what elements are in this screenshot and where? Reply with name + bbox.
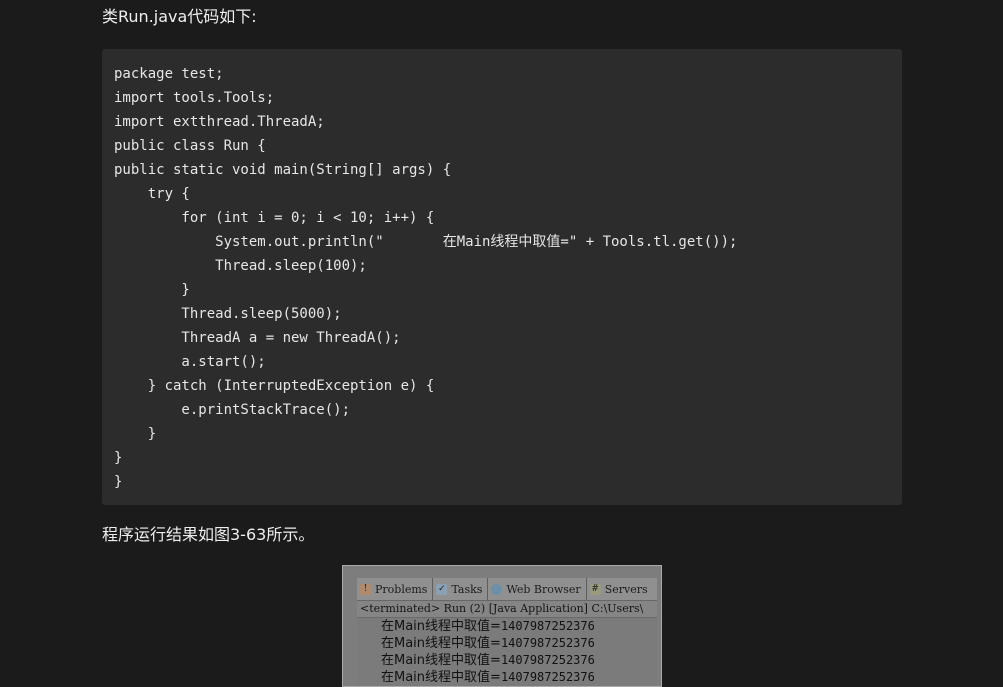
code-line: ThreadA a = new ThreadA(); [114, 330, 401, 346]
console-status-line: <terminated> Run (2) [Java Application] … [357, 601, 657, 618]
tab-problems: ! Problems [357, 578, 434, 600]
problems-icon: ! [360, 583, 371, 595]
code-line: public static void main(String[] args) { [114, 162, 452, 178]
console-output-line: 在Main线程中取值=1407987252376 [357, 635, 657, 652]
output-value: 1407987252376 [500, 653, 595, 667]
console-output-line: 在Main线程中取值=1407987252376 [357, 652, 657, 669]
code-line: e.printStackTrace(); [114, 402, 351, 418]
tab-tasks: ✓ Tasks [433, 578, 489, 600]
code-line: } [114, 474, 123, 490]
tab-label: Web Browser [506, 582, 581, 596]
tab-label: Servers [604, 582, 648, 596]
tab-label: Tasks [451, 582, 483, 596]
output-value: 1407987252376 [500, 636, 595, 650]
code-line: try { [114, 186, 190, 202]
code-line: package test; [114, 66, 224, 82]
output-value: 1407987252376 [500, 670, 595, 684]
code-line: } [114, 426, 157, 442]
output-prefix: 在Main线程中取值= [381, 670, 501, 685]
console-output-line: 在Main线程中取值=1407987252376 [357, 618, 657, 635]
code-line: a.start(); [114, 354, 266, 370]
code-line: } [114, 282, 190, 298]
output-prefix: 在Main线程中取值= [381, 653, 501, 668]
output-prefix: 在Main线程中取值= [381, 636, 501, 651]
tasks-icon: ✓ [436, 583, 448, 595]
code-line: public class Run { [114, 138, 266, 154]
code-line: import extthread.ThreadA; [114, 114, 325, 130]
servers-icon: # [589, 583, 601, 595]
code-line: } [114, 450, 123, 466]
code-line: Thread.sleep(100); [114, 258, 367, 274]
intro-paragraph: 类Run.java代码如下: [102, 7, 257, 26]
tab-web-browser: Web Browser [488, 578, 587, 600]
console-screenshot-image: ! Problems ✓ Tasks Web Browser # Servers… [342, 565, 662, 687]
console-tab-bar: ! Problems ✓ Tasks Web Browser # Servers [357, 578, 657, 601]
output-prefix: 在Main线程中取值= [381, 619, 501, 634]
code-block: package test; import tools.Tools; import… [102, 49, 902, 505]
web-browser-icon [491, 583, 503, 595]
tab-label: Problems [375, 582, 428, 596]
code-line: import tools.Tools; [114, 90, 275, 106]
console-output-line: 在Main线程中取值=1407987252376 [357, 669, 657, 686]
console-body: <terminated> Run (2) [Java Application] … [357, 601, 657, 686]
output-value: 1407987252376 [500, 619, 595, 633]
tab-servers: # Servers [587, 578, 653, 600]
code-line: for (int i = 0; i < 10; i++) { [114, 210, 435, 226]
result-paragraph: 程序运行结果如图3-63所示。 [102, 525, 315, 544]
code-line: Thread.sleep(5000); [114, 306, 342, 322]
code-line: System.out.println(" 在Main线程中取值=" + Tool… [114, 234, 738, 250]
code-line: } catch (InterruptedException e) { [114, 378, 435, 394]
